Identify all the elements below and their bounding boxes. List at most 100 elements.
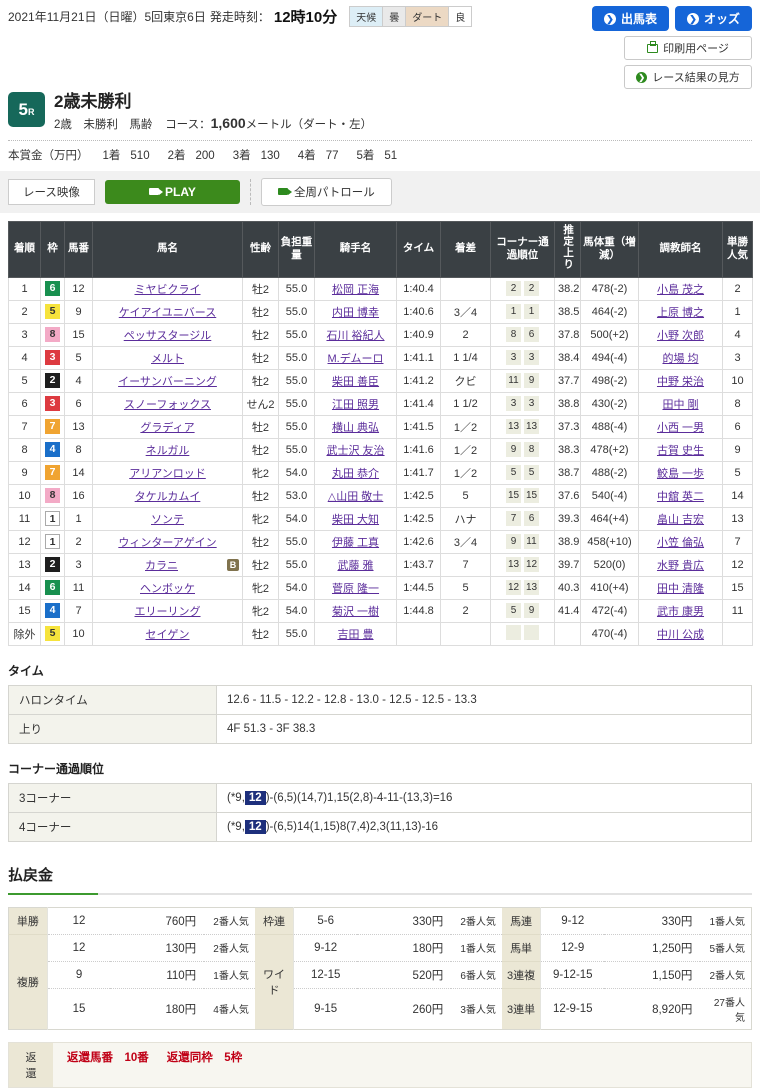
trainer-name-link[interactable]: 古賀 史生 [657, 445, 704, 457]
frame-badge: 7 [45, 465, 60, 480]
jockey-name-link[interactable]: △山田 敬士 [328, 491, 384, 503]
horse-weight: 488(-4) [581, 415, 639, 438]
result-row: 524イーサンバーニング牡255.0柴田 善臣1:41.2クビ11937.749… [9, 369, 753, 392]
trainer-name-link[interactable]: 小西 一男 [657, 422, 704, 434]
horse-name-link[interactable]: ネルガル [146, 445, 190, 457]
time-table: ハロンタイム12.6 - 11.5 - 12.2 - 12.8 - 13.0 -… [8, 685, 752, 744]
horse-number: 3 [65, 553, 93, 576]
last-3f-time: 38.9 [555, 530, 581, 553]
horse-name-link[interactable]: グラディア [140, 422, 194, 434]
result-guide-button[interactable]: ❯ レース結果の見方 [624, 65, 752, 89]
jockey-name: 菊沢 一樹 [315, 599, 397, 622]
trainer-name-link[interactable]: 的場 均 [662, 353, 698, 365]
jockey-name-link[interactable]: 江田 照男 [332, 399, 379, 411]
horse-name-link[interactable]: イーサンバーニング [118, 376, 217, 388]
horse-name-link[interactable]: エリーリング [135, 606, 201, 618]
jockey-name-link[interactable]: 武士沢 友治 [326, 445, 384, 457]
frame-number: 8 [41, 484, 65, 507]
trainer-name-link[interactable]: 田中 剛 [662, 399, 698, 411]
horse-name-link[interactable]: ケイアイユニバース [119, 307, 216, 319]
jockey-name: 武士沢 友治 [315, 438, 397, 461]
results-column-header: 調教師名 [639, 221, 723, 277]
corner-row-label: 3コーナー [9, 783, 217, 812]
prize-item: 3着130 [233, 150, 280, 162]
horse-name-link[interactable]: ウィンターアゲイン [118, 537, 216, 549]
trainer-name-link[interactable]: 武市 康男 [657, 606, 704, 618]
corner-position-box: 3 [506, 350, 521, 365]
trainer-name-link[interactable]: 小笠 倫弘 [657, 537, 704, 549]
jockey-name-link[interactable]: 武藤 雅 [337, 560, 373, 572]
video-camera-icon [149, 188, 159, 195]
print-page-button[interactable]: 印刷用ページ [624, 36, 752, 60]
trainer-name: 武市 康男 [639, 599, 723, 622]
jockey-name-link[interactable]: 松岡 正海 [332, 284, 379, 296]
horse-number: 15 [65, 323, 93, 346]
jockey-name-link[interactable]: 丸田 恭介 [332, 468, 379, 480]
shutsuba-button[interactable]: ❯ 出馬表 [592, 6, 669, 31]
finish-time [397, 622, 441, 645]
results-column-header: 着差 [441, 221, 491, 277]
patrol-video-button[interactable]: 全周パトロール [261, 178, 392, 206]
results-column-header: 馬名 [93, 221, 243, 277]
results-column-header: 推定上り [555, 221, 581, 277]
trainer-name-link[interactable]: 中野 栄治 [657, 376, 704, 388]
trainer-name: 中舘 英二 [639, 484, 723, 507]
trainer-name-link[interactable]: 小野 次郎 [657, 330, 704, 342]
horse-name-link[interactable]: ソンテ [151, 514, 184, 526]
finish-position: 11 [9, 507, 41, 530]
horse-name-link[interactable]: タケルカムイ [135, 491, 201, 503]
page: 2021年11月21日（日曜）5回東京6日 発走時刻： 12時10分 天候 曇 … [0, 0, 760, 1088]
trainer-name-link[interactable]: 中舘 英二 [657, 491, 704, 503]
frame-badge: 2 [45, 373, 60, 388]
jockey-name-link[interactable]: 石川 裕紀人 [326, 330, 384, 342]
jockey-name-link[interactable]: 吉田 豊 [337, 629, 373, 641]
sex-age: 牡2 [243, 277, 279, 300]
carried-weight: 55.0 [279, 346, 315, 369]
trainer-name-link[interactable]: 小島 茂之 [657, 284, 704, 296]
corner-positions: 55 [491, 461, 555, 484]
horse-name-link[interactable]: スノーフォックス [124, 399, 211, 411]
jockey-name-link[interactable]: 菅原 隆一 [332, 583, 379, 595]
video-camera-icon [278, 188, 288, 195]
play-button[interactable]: PLAY [105, 180, 240, 204]
jockey-name-link[interactable]: 内田 博幸 [332, 307, 379, 319]
favorite-rank: 2番人気 [700, 961, 751, 988]
horse-name-link[interactable]: アリアンロッド [129, 468, 206, 480]
win-favorite-rank: 4 [723, 323, 753, 346]
horse-name-link[interactable]: メルト [151, 353, 184, 365]
trainer-name-link[interactable]: 鮫島 一歩 [657, 468, 704, 480]
jockey-name-link[interactable]: 柴田 善臣 [332, 376, 379, 388]
race-number-badge: 5R [8, 92, 45, 127]
payout-amount: 1,250円 [604, 934, 700, 961]
trainer-name: 小野 次郎 [639, 323, 723, 346]
jockey-name-link[interactable]: 菊沢 一樹 [332, 606, 379, 618]
bet-combination: 9 [47, 961, 110, 988]
horse-name: カラニB [93, 553, 243, 576]
trainer-name-link[interactable]: 畠山 吉宏 [657, 514, 704, 526]
trainer-name-link[interactable]: 上原 博之 [657, 307, 704, 319]
trainer-name-link[interactable]: 田中 清隆 [657, 583, 704, 595]
jockey-name-link[interactable]: 横山 典弘 [332, 422, 379, 434]
jockey-name-link[interactable]: M.デムーロ [328, 353, 384, 365]
horse-number: 2 [65, 530, 93, 553]
odds-button[interactable]: ❯ オッズ [675, 6, 752, 31]
trainer-name-link[interactable]: 水野 貴広 [657, 560, 704, 572]
horse-name-link[interactable]: セイゲン [146, 629, 190, 641]
horse-name-link[interactable]: ペッサスタージル [124, 330, 212, 342]
jockey-name-link[interactable]: 伊藤 工真 [332, 537, 379, 549]
corner-position-box: 5 [524, 465, 539, 480]
jockey-name-link[interactable]: 柴田 大知 [332, 514, 379, 526]
corner-position-box: 7 [506, 511, 521, 526]
horse-name-link[interactable]: ヘンボッケ [140, 583, 195, 595]
result-row: 14611ヘンボッケ牝254.0菅原 隆一1:44.55121340.3410(… [9, 576, 753, 599]
carried-weight: 55.0 [279, 530, 315, 553]
corner-position-box: 15 [506, 488, 521, 503]
trainer-name-link[interactable]: 中川 公成 [657, 629, 704, 641]
horse-name-link[interactable]: ミヤビクライ [135, 284, 201, 296]
horse-number: 4 [65, 369, 93, 392]
horse-name-link[interactable]: カラニ [145, 560, 178, 572]
chevron-circle-icon: ❯ [604, 13, 616, 25]
margin: 7 [441, 553, 491, 576]
corner-row-label: 4コーナー [9, 812, 217, 841]
corner-section-title: コーナー通過順位 [8, 760, 752, 777]
